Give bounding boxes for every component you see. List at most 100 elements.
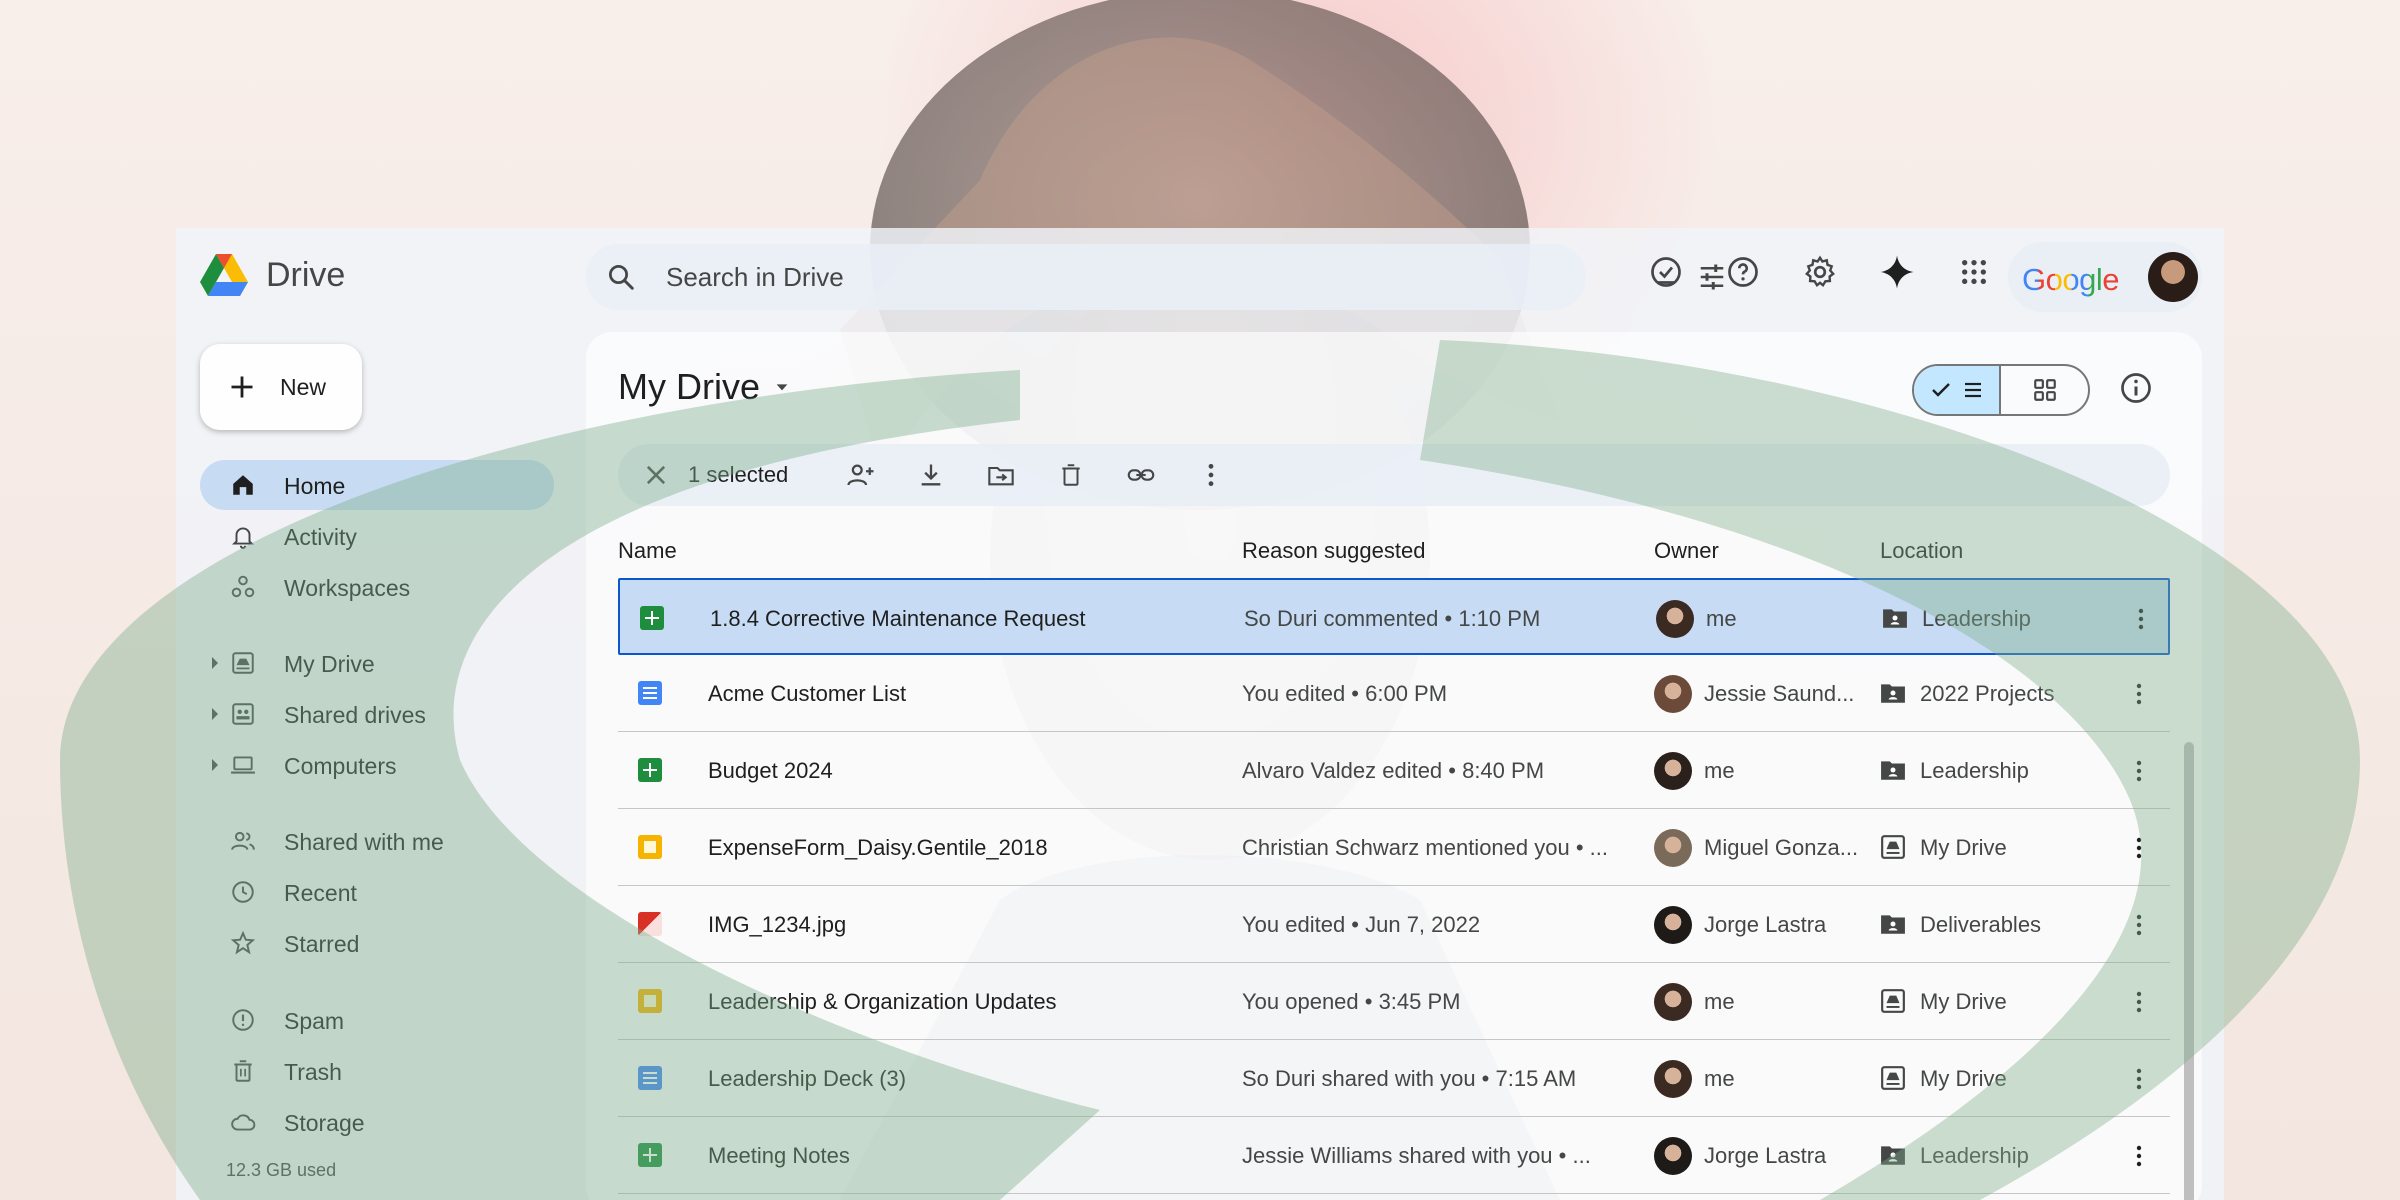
location-name[interactable]: My Drive	[1920, 1066, 2007, 1092]
info-icon[interactable]	[2118, 370, 2154, 406]
sidebar-item-trash[interactable]: Trash	[200, 1046, 554, 1096]
reason-suggested: You edited • 6:00 PM	[1242, 681, 1448, 706]
apps-grid-icon[interactable]	[1954, 252, 1994, 292]
list-view-button[interactable]	[1914, 366, 2001, 414]
sheet-file-icon	[638, 758, 662, 782]
row-more-button[interactable]	[2124, 910, 2154, 940]
top-bar: Drive Search in Drive Google	[176, 228, 2224, 326]
location-name[interactable]: Leadership	[1920, 1143, 2029, 1169]
copy-link-button[interactable]	[1126, 460, 1156, 490]
tasks-check-icon[interactable]	[1646, 252, 1686, 292]
more-vert-icon	[2136, 1068, 2142, 1090]
app-title: Drive	[266, 255, 346, 294]
storage-used-text: 12.3 GB used	[226, 1160, 337, 1180]
table-row[interactable]: Leadership & Organization Updates You ope…	[618, 963, 2170, 1040]
home-icon	[233, 475, 253, 495]
table-header: Name Reason suggested Owner Location	[618, 528, 2170, 576]
grid-view-button[interactable]	[2001, 366, 2088, 414]
table-row[interactable]: Acme Customer List You edited • 6:00 PM Je…	[618, 655, 2170, 732]
sidebar-item-spam[interactable]: Spam	[200, 995, 554, 1045]
selection-count: 1 selected	[688, 462, 789, 487]
view-toggle	[1912, 364, 2090, 416]
google-wordmark-text: Google	[2022, 262, 2119, 297]
table-row[interactable]: Meeting Notes Jessie Williams shared with…	[618, 1117, 2170, 1194]
more-vert-icon	[2136, 837, 2142, 859]
file-name: Acme Customer List	[708, 681, 907, 706]
sidebar-item-workspaces[interactable]: Workspaces	[200, 562, 554, 612]
search-input[interactable]	[666, 258, 1366, 296]
sidebar-item-home[interactable]: Home	[200, 460, 554, 510]
check-icon	[1931, 383, 1950, 397]
more-actions-button[interactable]	[1196, 460, 1226, 490]
row-more-button[interactable]	[2126, 604, 2156, 634]
file-name: Budget 2024	[708, 758, 833, 783]
location-name[interactable]: Leadership	[1920, 758, 2029, 784]
sidebar-item-my-drive[interactable]: My Drive	[200, 638, 554, 688]
share-button[interactable]	[846, 460, 876, 490]
row-more-button[interactable]	[2124, 1064, 2154, 1094]
location-name[interactable]: 2022 Projects	[1920, 681, 2055, 707]
location-name[interactable]: Deliverables	[1920, 912, 2041, 938]
sidebar-item-label: Shared with me	[284, 829, 444, 855]
table-row[interactable]: ExpenseForm_Daisy.Gentile_2018 Christian …	[618, 809, 2170, 886]
table-row[interactable]: Budget 2024 Alvaro Valdez edited • 8:40 P…	[618, 732, 2170, 809]
sidebar-item-activity[interactable]: Activity	[200, 511, 554, 561]
selection-toolbar: 1 selected	[618, 444, 2170, 506]
sidebar-item-shared-drives[interactable]: Shared drives	[200, 689, 554, 739]
move-folder-icon	[988, 466, 1014, 486]
my-drive-icon	[232, 652, 254, 674]
settings-icon[interactable]	[1800, 252, 1840, 292]
table-row[interactable]: Leadership Deck (3) So Duri shared with y…	[618, 1040, 2170, 1117]
row-more-button[interactable]	[2124, 679, 2154, 709]
sidebar-item-shared-with-me[interactable]: Shared with me	[200, 816, 554, 866]
table-row[interactable]: 1.8.4 Corrective Maintenance Request So D…	[618, 578, 2170, 655]
sidebar-item-starred[interactable]: Starred	[200, 918, 554, 968]
more-vert-icon	[2136, 683, 2142, 705]
expand-caret-icon[interactable]	[212, 657, 218, 669]
people-icon	[231, 831, 255, 850]
plus-icon	[231, 376, 253, 398]
location-name[interactable]: My Drive	[1920, 989, 2007, 1015]
row-more-button[interactable]	[2124, 756, 2154, 786]
scrollbar[interactable]	[2184, 742, 2194, 1200]
owner-avatar	[1654, 829, 1692, 867]
account-chip[interactable]: Google	[2008, 242, 2202, 312]
sidebar-item-label: My Drive	[284, 651, 375, 677]
list-icon	[1964, 382, 1981, 398]
download-button[interactable]	[916, 460, 946, 490]
row-more-button[interactable]	[2124, 833, 2154, 863]
row-more-button[interactable]	[2124, 987, 2154, 1017]
close-icon[interactable]	[642, 461, 670, 489]
search-bar[interactable]	[586, 244, 1724, 310]
help-icon[interactable]	[1723, 252, 1763, 292]
caret-down-icon[interactable]	[774, 379, 790, 395]
table-row[interactable]: IMG_1234.jpg You edited • Jun 7, 2022 Jorg…	[618, 886, 2170, 963]
sidebar-item-recent[interactable]: Recent	[200, 867, 554, 917]
drive-window: Drive Search in Drive Google New Home Ac…	[176, 228, 2224, 1200]
file-name: 1.8.4 Corrective Maintenance Request	[710, 606, 1086, 631]
expand-caret-icon[interactable]	[212, 759, 218, 771]
drive-logo[interactable]: Drive	[200, 254, 345, 296]
column-header-location: Location	[1880, 538, 1964, 563]
owner-avatar	[1654, 1060, 1692, 1098]
column-header-name[interactable]: Name	[618, 538, 677, 564]
search-icon[interactable]	[606, 262, 636, 292]
new-button[interactable]: New	[200, 344, 362, 430]
sidebar-item-storage[interactable]: Storage	[200, 1097, 554, 1147]
column-header-reason: Reason suggested	[1242, 538, 1426, 563]
move-button[interactable]	[986, 460, 1016, 490]
clock-icon	[232, 881, 254, 903]
sidebar-item-computers[interactable]: Computers	[200, 740, 554, 790]
more-vert-icon	[2136, 760, 2142, 782]
shared-folder-icon	[1881, 684, 1905, 703]
more-vert-icon	[2138, 608, 2144, 630]
shared-folder-icon	[1881, 1146, 1905, 1165]
gemini-sparkle-icon[interactable]	[1877, 252, 1917, 292]
location-name[interactable]: Leadership	[1922, 606, 2031, 632]
page-title[interactable]: My Drive	[618, 366, 790, 408]
account-avatar[interactable]	[2148, 252, 2198, 302]
expand-caret-icon[interactable]	[212, 708, 218, 720]
delete-button[interactable]	[1056, 460, 1086, 490]
location-name[interactable]: My Drive	[1920, 835, 2007, 861]
row-more-button[interactable]	[2124, 1141, 2154, 1171]
